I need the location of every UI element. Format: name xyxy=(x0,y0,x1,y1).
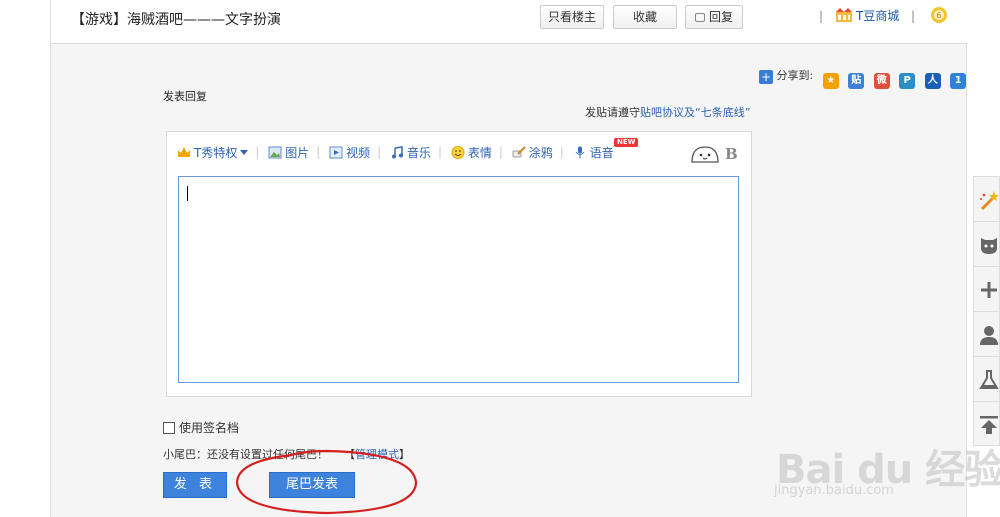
header-separator: | xyxy=(819,9,824,23)
tdou-mall-label: T豆商城 xyxy=(856,9,900,23)
magic-wand-icon xyxy=(980,191,999,211)
tool-label-music: 音乐 xyxy=(407,146,432,160)
signature-checkbox[interactable] xyxy=(163,422,175,434)
image-icon xyxy=(268,146,282,159)
plus-icon xyxy=(981,282,997,298)
posting-rules: 发贴请遵守贴吧协议及“七条底线” xyxy=(585,104,750,120)
image-tool[interactable]: 图片 xyxy=(268,144,309,161)
video-icon xyxy=(329,146,343,159)
music-note-icon xyxy=(392,146,403,159)
smiley-icon xyxy=(451,146,465,159)
side-user-button[interactable] xyxy=(973,311,1000,356)
qq-icon[interactable]: 1 xyxy=(950,73,967,89)
favorite-button[interactable]: 收藏 xyxy=(613,5,677,29)
tool-label-image: 图片 xyxy=(285,146,310,160)
reply-textarea[interactable] xyxy=(178,176,739,383)
chevron-down-icon xyxy=(240,150,249,155)
tool-label-doodle: 涂鸦 xyxy=(528,146,553,160)
side-face-button[interactable] xyxy=(973,221,1000,266)
reply-button[interactable]: 回复 xyxy=(685,5,743,29)
side-toolbar xyxy=(973,176,1000,446)
post-reply-title: 发表回复 xyxy=(163,90,207,103)
paint-brush-icon xyxy=(512,146,526,158)
signature-label: 使用签名档 xyxy=(179,421,240,435)
share-bar: + 分享到: ★ 贴 微 P 人 1 xyxy=(759,67,967,89)
arrow-up-icon xyxy=(980,416,998,434)
page-frame: 【游戏】海贼酒吧———文字扮演 只看楼主 收藏 回复 | T豆商城 | 6 + … xyxy=(50,0,968,517)
tdou-crown-icon xyxy=(836,8,852,22)
user-icon xyxy=(980,326,998,345)
user-badge-icon[interactable]: 6 xyxy=(929,4,949,24)
tshow-privilege-tool[interactable]: T秀特权 xyxy=(177,144,249,161)
share-plus-icon[interactable]: + xyxy=(759,70,773,84)
reply-button-label: 回复 xyxy=(708,10,733,24)
manage-mode-link[interactable]: 管理模式 xyxy=(355,448,399,461)
tdou-mall-link[interactable]: T豆商城 xyxy=(835,7,899,24)
microphone-icon xyxy=(575,146,585,159)
comment-icon xyxy=(694,13,705,22)
rules-prefix: 发贴请遵守 xyxy=(585,106,640,119)
bracket-open: 【 xyxy=(344,448,355,461)
editor-toolbar: T秀特权 | 图片 | 视频 | 音乐 | 表情 | 涂鸦 | 语音 xyxy=(177,144,618,164)
new-badge: NEW xyxy=(614,138,639,147)
tool-label-voice: 语音 xyxy=(589,146,614,160)
tail-submit-button[interactable]: 尾巴发表 xyxy=(269,472,355,498)
voice-tool[interactable]: 语音 xyxy=(573,144,614,161)
submit-button[interactable]: 发 表 xyxy=(163,472,227,498)
side-magic-wand-button[interactable] xyxy=(973,176,1000,221)
music-tool[interactable]: 音乐 xyxy=(390,144,431,161)
tieba-icon[interactable]: 贴 xyxy=(848,73,865,89)
bold-button[interactable]: B xyxy=(725,145,738,163)
header-separator-2: | xyxy=(911,9,916,23)
tool-label-emoji: 表情 xyxy=(467,146,492,160)
signature-option[interactable]: 使用签名档 xyxy=(163,419,239,436)
thread-title: 【游戏】海贼酒吧———文字扮演 xyxy=(71,12,281,28)
qzone-icon[interactable]: ★ xyxy=(822,73,839,89)
reply-editor: T秀特权 | 图片 | 视频 | 音乐 | 表情 | 涂鸦 | 语音 NEW B xyxy=(166,131,752,397)
renren-icon[interactable]: 人 xyxy=(924,73,941,89)
video-tool[interactable]: 视频 xyxy=(329,144,370,161)
rules-link[interactable]: 贴吧协议及“七条底线” xyxy=(640,106,750,119)
side-back-to-top-button[interactable] xyxy=(973,401,1000,446)
side-add-button[interactable] xyxy=(973,266,1000,311)
face-icon xyxy=(981,238,997,254)
tail-status-text: 小尾巴：还没有设置过任何尾巴！ xyxy=(163,448,328,461)
share-label: 分享到: xyxy=(776,69,814,82)
bracket-close: 】 xyxy=(399,448,410,461)
emoji-tool[interactable]: 表情 xyxy=(451,144,492,161)
tool-label-tshow: T秀特权 xyxy=(194,146,238,160)
tail-info: 小尾巴：还没有设置过任何尾巴！ 【管理模式】 xyxy=(163,446,410,462)
weibo-icon[interactable]: 微 xyxy=(873,73,890,89)
flask-icon xyxy=(979,370,999,389)
text-cursor xyxy=(187,186,188,201)
thread-header: 【游戏】海贼酒吧———文字扮演 只看楼主 收藏 回复 | T豆商城 | 6 xyxy=(51,0,968,44)
pengyou-icon[interactable]: P xyxy=(899,73,916,89)
side-flask-button[interactable] xyxy=(973,356,1000,401)
doodle-tool[interactable]: 涂鸦 xyxy=(512,144,553,161)
only-op-button[interactable]: 只看楼主 xyxy=(540,5,604,29)
tool-label-video: 视频 xyxy=(346,146,371,160)
svg-text:6: 6 xyxy=(936,11,941,20)
cartoon-face-icon[interactable] xyxy=(690,145,720,163)
crown-icon xyxy=(178,147,190,157)
